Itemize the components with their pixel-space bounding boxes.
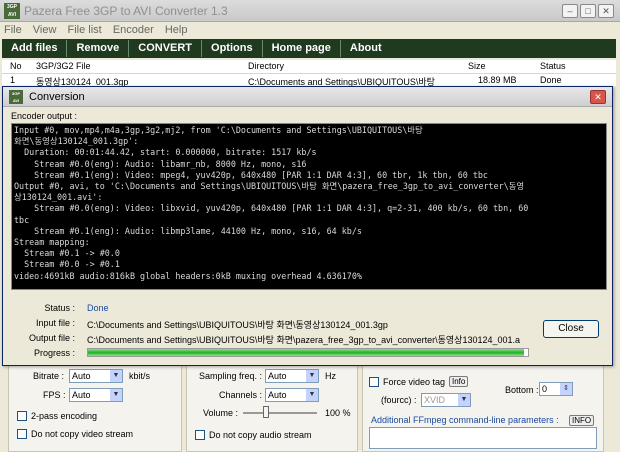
console-line: Stream #0.1 -> #0.0 <box>14 248 120 259</box>
dialog-title-bar: 3GP AVI Conversion ✕ <box>3 87 612 107</box>
console-line: video:4691kB audio:816kB global headers:… <box>14 270 362 281</box>
console-line: tbc <box>14 214 30 225</box>
console-line: Duration: 00:01:44.42, start: 0.000000, … <box>14 147 317 158</box>
main-title-bar: 3GP AVI Pazera Free 3GP to AVI Converter… <box>0 0 620 22</box>
force-tag-info-button[interactable]: Info <box>449 376 469 387</box>
chevron-down-icon: ▼ <box>110 389 122 401</box>
input-file-value: C:\Documents and Settings\UBIQUITOUS\바탕 … <box>87 320 388 330</box>
remove-button[interactable]: Remove <box>67 40 130 57</box>
console-line: Output #0, avi, to 'C:\Documents and Set… <box>14 181 525 192</box>
console-line: Stream #0.1(eng): Audio: libmp3lame, 441… <box>14 225 362 236</box>
extra-settings-panel: Force video tag Info (fourcc) : XVID ▼ Bo… <box>362 362 604 452</box>
bitrate-unit: kbit/s <box>129 371 151 381</box>
progress-label: Progress : <box>33 348 75 358</box>
row-size: 18.89 MB <box>478 75 517 85</box>
sampling-label: Sampling freq. : <box>199 371 263 381</box>
dialog-app-icon: 3GP AVI <box>9 90 23 104</box>
ffmpeg-params-label: Additional FFmpeg command-line parameter… <box>371 415 559 425</box>
chevron-down-icon: ▼ <box>306 370 318 382</box>
dialog-close-icon[interactable]: ✕ <box>590 90 606 104</box>
force-tag-label: Force video tag <box>383 377 446 387</box>
audio-settings-panel: Sampling freq. : Auto ▼ Hz Channels : Aut… <box>186 362 358 452</box>
close-window-button[interactable]: ✕ <box>598 4 614 18</box>
encoder-output-label: Encoder output : <box>11 111 78 121</box>
status-label: Status : <box>44 303 75 313</box>
spinner-arrows-icon: ⇕ <box>560 383 572 395</box>
progress-fill <box>88 349 524 356</box>
force-tag-checkbox[interactable] <box>369 377 379 387</box>
app-icon: 3GP AVI <box>4 3 20 19</box>
menu-bar: File View File list Encoder Help <box>0 22 620 39</box>
bitrate-label: Bitrate : <box>33 371 65 381</box>
no-copy-video-label: Do not copy video stream <box>31 429 134 439</box>
volume-label: Volume : <box>203 408 239 418</box>
ffmpeg-params-input[interactable] <box>369 427 597 449</box>
fourcc-select[interactable]: XVID ▼ <box>421 393 471 407</box>
bottom-label: Bottom : <box>505 385 539 395</box>
table-row[interactable]: 1 동영상130124_001.3gp C:\Documents and Set… <box>2 74 616 87</box>
close-button[interactable]: Close <box>543 320 599 338</box>
maximize-button[interactable]: □ <box>580 4 596 18</box>
volume-value: 100 % <box>325 408 351 418</box>
console-line: Stream #0.1(eng): Video: mpeg4, yuv420p,… <box>14 169 488 180</box>
conversion-dialog: 3GP AVI Conversion ✕ Encoder output : In… <box>2 86 613 366</box>
add-files-button[interactable]: Add files <box>2 40 68 57</box>
col-no[interactable]: No <box>10 61 22 71</box>
output-file-label: Output file : <box>28 333 75 343</box>
fourcc-label: (fourcc) : <box>381 395 417 405</box>
chevron-down-icon: ▼ <box>110 370 122 382</box>
console-line: Stream #0.0(eng): Video: libxvid, yuv420… <box>14 203 529 214</box>
status-value: Done <box>87 303 109 313</box>
no-copy-video-checkbox[interactable] <box>17 429 27 439</box>
volume-slider-track[interactable] <box>243 412 317 414</box>
sampling-select[interactable]: Auto ▼ <box>265 369 319 383</box>
col-directory[interactable]: Directory <box>248 61 284 71</box>
bottom-spinner[interactable]: 0 ⇕ <box>539 382 573 396</box>
no-copy-audio-checkbox[interactable] <box>195 430 205 440</box>
two-pass-checkbox[interactable] <box>17 411 27 421</box>
window-title: Pazera Free 3GP to AVI Converter 1.3 <box>24 4 228 18</box>
toolbar: Add files Remove CONVERT Options Home pa… <box>2 39 616 58</box>
console-line: Stream #0.0 -> #0.1 <box>14 259 120 270</box>
col-status[interactable]: Status <box>540 61 566 71</box>
row-status: Done <box>540 75 562 85</box>
about-button[interactable]: About <box>341 40 391 57</box>
menu-file-list[interactable]: File list <box>64 22 106 38</box>
dialog-title: Conversion <box>29 91 85 103</box>
sampling-unit: Hz <box>325 371 336 381</box>
col-file[interactable]: 3GP/3G2 File <box>36 61 91 71</box>
menu-view[interactable]: View <box>29 22 61 38</box>
output-file-value: C:\Documents and Settings\UBIQUITOUS\바탕 … <box>87 335 521 345</box>
input-file-label: Input file : <box>35 318 75 328</box>
bitrate-select[interactable]: Auto ▼ <box>69 369 123 383</box>
channels-label: Channels : <box>219 390 263 400</box>
file-table-header: No 3GP/3G2 File Directory Size Status <box>2 60 616 74</box>
volume-slider-handle[interactable] <box>263 406 269 418</box>
no-copy-audio-label: Do not copy audio stream <box>209 430 312 440</box>
menu-help[interactable]: Help <box>161 22 192 38</box>
options-button[interactable]: Options <box>202 40 263 57</box>
console-line: Input #0, mov,mp4,m4a,3gp,3g2,mj2, from … <box>14 125 423 135</box>
col-size[interactable]: Size <box>468 61 486 71</box>
console-line: 화면\동영상130124_001.3gp': <box>14 136 139 147</box>
console-line: Stream mapping: <box>14 237 90 248</box>
ffmpeg-info-button[interactable]: INFO <box>569 415 595 426</box>
fps-select[interactable]: Auto ▼ <box>69 388 123 402</box>
fps-label: FPS : <box>43 390 66 400</box>
console-line: 상130124_001.avi': <box>14 192 103 203</box>
home-page-button[interactable]: Home page <box>263 40 341 57</box>
encoder-output-console[interactable]: Input #0, mov,mp4,m4a,3gp,3g2,mj2, from … <box>11 123 607 290</box>
progress-bar <box>87 348 529 357</box>
row-no: 1 <box>10 75 16 85</box>
menu-encoder[interactable]: Encoder <box>109 22 158 38</box>
video-settings-panel: Bitrate : Auto ▼ kbit/s FPS : Auto ▼ 2-pas… <box>8 362 182 452</box>
minimize-button[interactable]: – <box>562 4 578 18</box>
convert-button[interactable]: CONVERT <box>129 40 203 57</box>
console-line: Stream #0.0(eng): Audio: libamr_nb, 8000… <box>14 158 307 169</box>
two-pass-label: 2-pass encoding <box>31 411 98 421</box>
chevron-down-icon: ▼ <box>306 389 318 401</box>
menu-file[interactable]: File <box>0 22 26 38</box>
chevron-down-icon: ▼ <box>458 394 470 406</box>
channels-select[interactable]: Auto ▼ <box>265 388 319 402</box>
